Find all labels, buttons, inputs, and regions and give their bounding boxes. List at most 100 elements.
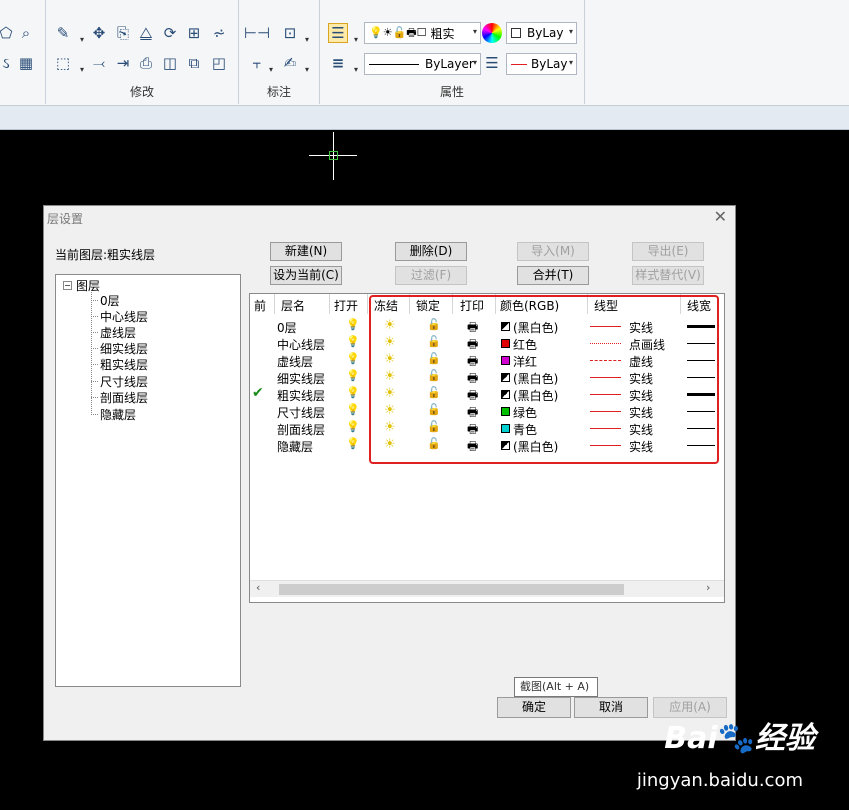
chevron-down-icon[interactable]: ▾ <box>266 59 276 79</box>
table-icon[interactable]: ▦ <box>16 53 36 73</box>
bulb-off-icon[interactable]: 💡 <box>346 437 360 452</box>
group-label-dimension: 标注 <box>266 85 291 99</box>
lineweight-combo-value: ByLay <box>531 57 568 71</box>
column-separator <box>367 294 368 314</box>
cancel-button[interactable]: 取消 <box>574 697 648 718</box>
copy-icon[interactable]: ⎘ <box>113 23 133 43</box>
tree-connector <box>91 332 98 333</box>
ordinate-dimension-icon[interactable]: ⫟ <box>247 53 267 73</box>
chevron-down-icon[interactable]: ▾ <box>351 29 361 49</box>
column-header[interactable]: 层名 <box>281 297 305 314</box>
chamfer-icon[interactable]: ◫ <box>160 53 180 73</box>
brush-icon[interactable]: ✎ <box>53 23 73 43</box>
lineweight-icon[interactable]: ≡ <box>328 53 348 73</box>
tree-item[interactable]: 尺寸线层 <box>100 373 148 390</box>
tree-item[interactable]: 细实线层 <box>100 340 148 357</box>
tree-item[interactable]: 隐藏层 <box>100 406 136 423</box>
layer-manager-icon[interactable]: ☰ <box>328 23 348 43</box>
linetype-combo-value: ByLayer <box>425 57 474 71</box>
chevron-down-icon[interactable]: ▾ <box>302 29 312 49</box>
color-swatch <box>511 28 521 38</box>
color-combo-value: ByLay <box>527 26 564 40</box>
polygon-icon[interactable]: ⬠ <box>0 23 16 43</box>
tree-item[interactable]: 虚线层 <box>100 324 136 341</box>
region-icon[interactable]: ⌕ <box>16 23 36 43</box>
export-button[interactable]: 导出(E) <box>632 242 704 261</box>
tree-connector <box>91 381 98 382</box>
merge-button[interactable]: 合并(T) <box>517 266 589 285</box>
layer-tree: − 图层 0层 中心线层 虚线层 细实线层 粗实线层 尺寸线层 剖面线层 隐藏层 <box>55 274 241 687</box>
column-header[interactable]: 打开 <box>334 297 358 314</box>
mirror-icon[interactable]: ⧋ <box>136 23 156 43</box>
layer-combo[interactable]: 💡☀🔓🖶☐ 粗实 ▾ <box>364 22 481 44</box>
array-icon[interactable]: ⊞ <box>184 23 204 43</box>
rotate-icon[interactable]: ⟳ <box>160 23 180 43</box>
tree-root[interactable]: − 图层 <box>63 277 100 294</box>
tree-item[interactable]: 0层 <box>100 292 120 309</box>
bulb-on-icon[interactable]: 💡 <box>346 403 360 418</box>
dialog-title: 层设置 <box>47 212 84 226</box>
color-combo[interactable]: ByLay ▾ <box>506 22 577 44</box>
close-icon[interactable]: ✕ <box>714 207 727 226</box>
set-current-button[interactable]: 设为当前(C) <box>270 266 342 285</box>
ok-button[interactable]: 确定 <box>497 697 571 718</box>
tree-connector <box>91 397 98 398</box>
trim-icon[interactable]: ⤙ <box>89 53 109 73</box>
ribbon-group-dimension: ⊢⊣ ⊡ ▾ ⫟ ▾ ✍ ▾ 标注 <box>239 0 320 104</box>
layer-name: 隐藏层 <box>277 440 314 454</box>
break-icon[interactable]: ⎙ <box>136 53 156 73</box>
current-layer-check-icon: ✔ <box>252 385 264 401</box>
lineweight-combo[interactable]: ByLay ▾ <box>506 53 577 75</box>
stretch-icon[interactable]: ⩫ <box>209 23 229 43</box>
delete-layer-button[interactable]: 删除(D) <box>395 242 467 261</box>
scale-icon[interactable]: ⧉ <box>184 53 204 73</box>
tree-connector <box>91 348 98 349</box>
tree-item[interactable]: 中心线层 <box>100 308 148 325</box>
ribbon-bottom-strip <box>0 106 849 130</box>
chevron-down-icon[interactable]: ▾ <box>77 59 87 79</box>
horizontal-scrollbar[interactable]: ‹ › <box>250 580 724 597</box>
bulb-on-icon[interactable]: 💡 <box>346 335 360 350</box>
watermark-url: jingyan.baidu.com <box>636 770 803 791</box>
extend-icon[interactable]: ⇥ <box>113 53 133 73</box>
chevron-down-icon[interactable]: ▾ <box>77 29 87 49</box>
layer-name: 粗实线层 <box>277 389 326 403</box>
scrollbar-thumb[interactable] <box>279 584 624 595</box>
style-replace-button[interactable]: 样式替代(V) <box>632 266 704 285</box>
new-layer-button[interactable]: 新建(N) <box>270 242 342 261</box>
ribbon: ⬠ ⌕ ઽ ▦ ✎ ▾ ✥ ⎘ ⧋ ⟳ ⊞ ⩫ ⬚ ▾ ⤙ ⇥ ⎙ ◫ ⧉ ◰ … <box>0 0 849 106</box>
bulb-on-icon[interactable]: 💡 <box>346 386 360 401</box>
tree-root-label: 图层 <box>76 279 101 293</box>
chevron-down-icon: ▾ <box>568 58 573 67</box>
column-header[interactable]: 前 <box>254 297 266 314</box>
chevron-down-icon: ▾ <box>568 27 573 36</box>
group-label-properties: 属性 <box>439 85 464 99</box>
chevron-down-icon[interactable]: ▾ <box>351 59 361 79</box>
collapse-icon[interactable]: − <box>63 281 72 290</box>
tree-item[interactable]: 粗实线层 <box>100 356 148 373</box>
scroll-right-icon[interactable]: › <box>706 581 710 594</box>
linetype-combo[interactable]: ByLayer ▾ <box>364 53 481 75</box>
move-icon[interactable]: ✥ <box>89 23 109 43</box>
bulb-on-icon[interactable]: 💡 <box>346 420 360 435</box>
lineweight-list-icon[interactable]: ☰ <box>482 53 502 73</box>
spline-icon[interactable]: ઽ <box>0 53 16 73</box>
bulb-on-icon[interactable]: 💡 <box>346 369 360 384</box>
column-separator <box>329 294 330 314</box>
color-wheel-icon[interactable] <box>482 23 502 43</box>
chevron-down-icon[interactable]: ▾ <box>302 59 312 79</box>
linear-dimension-icon[interactable]: ⊢⊣ <box>244 23 270 43</box>
linetype-sample <box>369 63 419 65</box>
tree-item[interactable]: 剖面线层 <box>100 389 148 406</box>
bulb-on-icon[interactable]: 💡 <box>346 318 360 333</box>
bulb-on-icon[interactable]: 💡 <box>346 352 360 367</box>
import-button[interactable]: 导入(M) <box>517 242 589 261</box>
text-edit-icon[interactable]: ✍ <box>280 53 300 73</box>
scroll-left-icon[interactable]: ‹ <box>256 581 260 594</box>
select-box-icon[interactable]: ⬚ <box>53 53 73 73</box>
explode-icon[interactable]: ◰ <box>209 53 229 73</box>
filter-button[interactable]: 过滤(F) <box>395 266 467 285</box>
chevron-down-icon: ▾ <box>472 27 477 36</box>
dimension-style-icon[interactable]: ⊡ <box>280 23 300 43</box>
lineweight-sample <box>511 63 527 65</box>
